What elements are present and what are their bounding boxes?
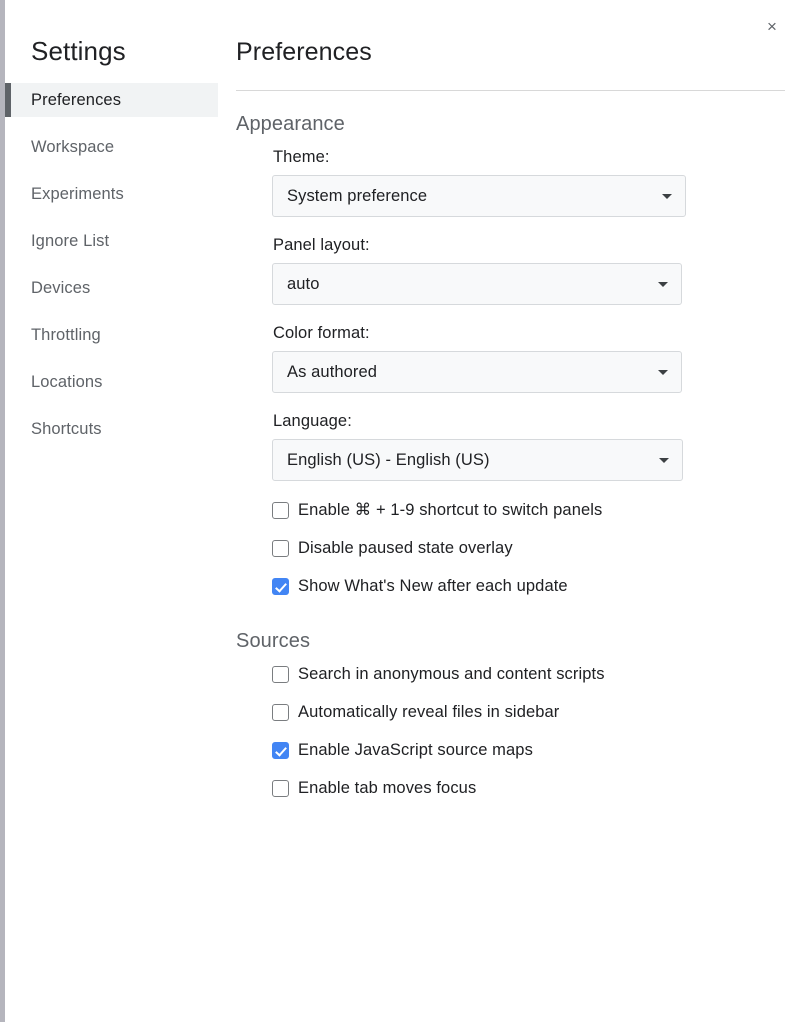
theme-select-value: System preference xyxy=(287,187,427,206)
settings-sidebar: Settings Preferences Workspace Experimen… xyxy=(0,0,218,1022)
sidebar-item-label: Throttling xyxy=(31,326,101,345)
color-format-select-value: As authored xyxy=(287,363,377,382)
sidebar-item-label: Ignore List xyxy=(31,232,109,251)
checkbox-disable-paused-overlay[interactable] xyxy=(272,540,289,557)
checkbox-row-show-whats-new[interactable]: Show What's New after each update xyxy=(236,577,800,596)
chevron-down-icon xyxy=(659,458,669,463)
checkbox-search-anonymous-scripts[interactable] xyxy=(272,666,289,683)
header-divider xyxy=(236,90,785,91)
sidebar-item-shortcuts[interactable]: Shortcuts xyxy=(0,412,218,446)
sidebar-item-workspace[interactable]: Workspace xyxy=(0,130,218,164)
sidebar-item-label: Locations xyxy=(31,373,103,392)
checkbox-row-disable-paused-overlay[interactable]: Disable paused state overlay xyxy=(236,539,800,558)
left-scroll-rail[interactable] xyxy=(0,0,5,1022)
chevron-down-icon xyxy=(662,194,672,199)
field-label: Panel layout: xyxy=(273,236,800,255)
sidebar-nav-list: Preferences Workspace Experiments Ignore… xyxy=(0,83,218,446)
checkbox-row-js-source-maps[interactable]: Enable JavaScript source maps xyxy=(236,741,800,760)
sidebar-item-throttling[interactable]: Throttling xyxy=(0,318,218,352)
field-color-format: Color format: As authored xyxy=(236,324,800,393)
theme-select[interactable]: System preference xyxy=(272,175,686,217)
section-title: Appearance xyxy=(236,113,800,136)
section-appearance: Appearance Theme: System preference Pane… xyxy=(232,113,800,596)
sidebar-item-label: Devices xyxy=(31,279,90,298)
checkbox-row-shortcut-switch-panels[interactable]: Enable ⌘ + 1-9 shortcut to switch panels xyxy=(236,500,800,520)
checkbox-show-whats-new[interactable] xyxy=(272,578,289,595)
close-icon[interactable]: × xyxy=(760,14,784,38)
checkbox-tab-moves-focus[interactable] xyxy=(272,780,289,797)
sidebar-item-locations[interactable]: Locations xyxy=(0,365,218,399)
sidebar-item-label: Preferences xyxy=(31,91,121,110)
chevron-down-icon xyxy=(658,370,668,375)
field-panel-layout: Panel layout: auto xyxy=(236,236,800,305)
sidebar-item-ignore-list[interactable]: Ignore List xyxy=(0,224,218,258)
chevron-down-icon xyxy=(658,282,668,287)
sidebar-item-label: Shortcuts xyxy=(31,420,102,439)
sidebar-item-label: Experiments xyxy=(31,185,124,204)
settings-content: × Preferences Appearance Theme: System p… xyxy=(218,0,800,1022)
sidebar-item-devices[interactable]: Devices xyxy=(0,271,218,305)
checkbox-auto-reveal-files[interactable] xyxy=(272,704,289,721)
checkbox-label: Automatically reveal files in sidebar xyxy=(298,703,559,722)
checkbox-label: Enable tab moves focus xyxy=(298,779,476,798)
checkbox-shortcut-switch-panels[interactable] xyxy=(272,502,289,519)
section-sources: Sources Search in anonymous and content … xyxy=(232,630,800,798)
panel-layout-select-value: auto xyxy=(287,275,320,294)
section-title: Sources xyxy=(236,630,800,653)
checkbox-label: Show What's New after each update xyxy=(298,577,568,596)
field-theme: Theme: System preference xyxy=(236,148,800,217)
language-select[interactable]: English (US) - English (US) xyxy=(272,439,683,481)
field-language: Language: English (US) - English (US) xyxy=(236,412,800,481)
panel-layout-select[interactable]: auto xyxy=(272,263,682,305)
field-label: Color format: xyxy=(273,324,800,343)
checkbox-row-search-anonymous-scripts[interactable]: Search in anonymous and content scripts xyxy=(236,665,800,684)
page-title: Preferences xyxy=(232,0,800,67)
checkbox-label: Enable ⌘ + 1-9 shortcut to switch panels xyxy=(298,500,602,520)
field-label: Theme: xyxy=(273,148,800,167)
field-label: Language: xyxy=(273,412,800,431)
language-select-value: English (US) - English (US) xyxy=(287,451,490,470)
sidebar-item-experiments[interactable]: Experiments xyxy=(0,177,218,211)
sidebar-item-preferences[interactable]: Preferences xyxy=(0,83,218,117)
checkbox-row-tab-moves-focus[interactable]: Enable tab moves focus xyxy=(236,779,800,798)
settings-dialog: Settings Preferences Workspace Experimen… xyxy=(0,0,800,1022)
color-format-select[interactable]: As authored xyxy=(272,351,682,393)
checkbox-label: Disable paused state overlay xyxy=(298,539,513,558)
checkbox-label: Search in anonymous and content scripts xyxy=(298,665,605,684)
checkbox-row-auto-reveal-files[interactable]: Automatically reveal files in sidebar xyxy=(236,703,800,722)
sidebar-title: Settings xyxy=(0,0,218,83)
sidebar-item-label: Workspace xyxy=(31,138,114,157)
checkbox-js-source-maps[interactable] xyxy=(272,742,289,759)
checkbox-label: Enable JavaScript source maps xyxy=(298,741,533,760)
